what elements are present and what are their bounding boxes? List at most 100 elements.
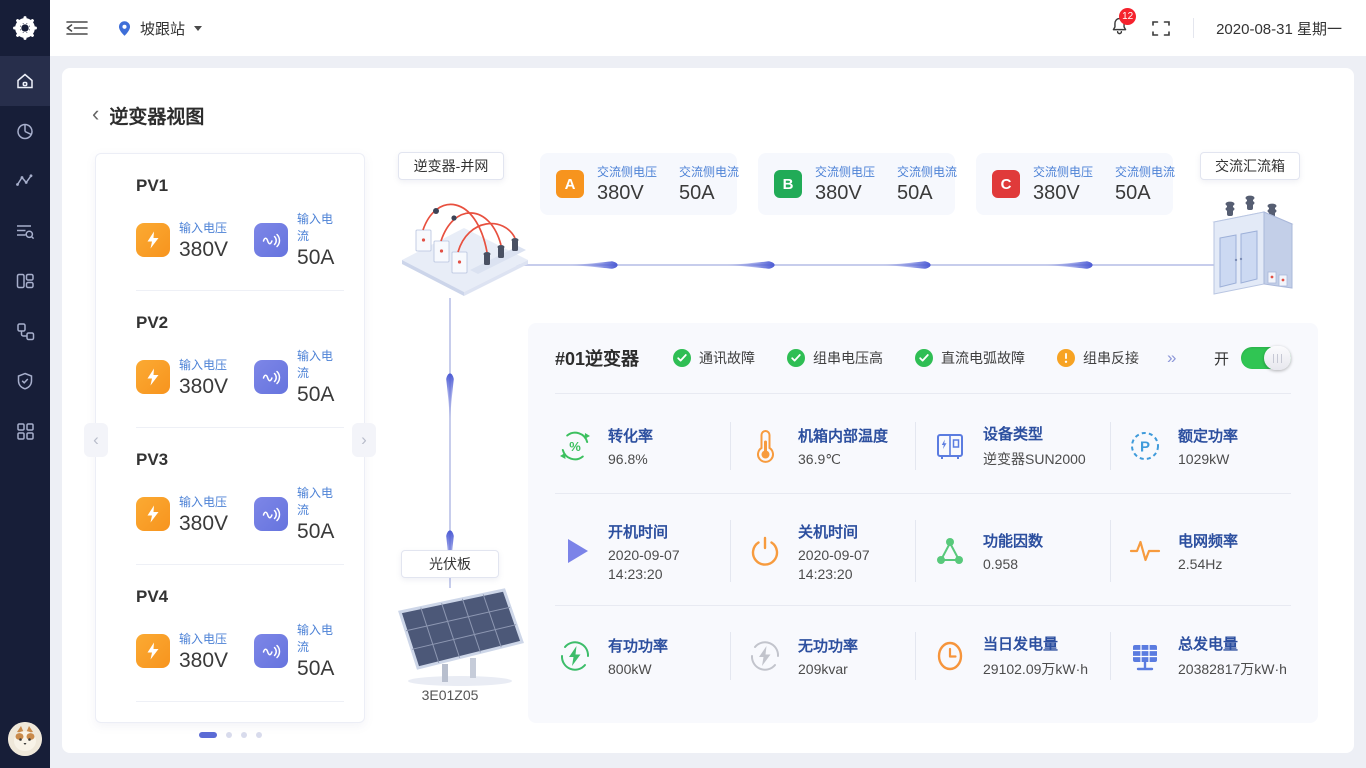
stat-value: 800kW — [608, 661, 668, 677]
sidebar-item-topology[interactable] — [0, 306, 50, 356]
pagination-dot[interactable] — [226, 732, 232, 738]
flow-line-horizontal — [503, 257, 1219, 273]
stat-value: 36.9℃ — [798, 451, 888, 468]
stat-value2: 14:23:20 — [608, 566, 680, 582]
voltage-label: 输入电压 — [179, 356, 228, 373]
pagination-dot[interactable] — [241, 732, 247, 738]
carousel-pagination — [95, 732, 365, 738]
stat-value: 2.54Hz — [1178, 556, 1238, 572]
pv-panel-label: 光伏板 — [401, 550, 499, 578]
stop-time-icon — [745, 531, 785, 571]
menu-fold-button[interactable] — [66, 20, 88, 36]
inverter-detail-panel: #01逆变器 通讯故障 组串电压高 直流电弧故障 组串反接 » 开 — [528, 323, 1318, 723]
pagination-dot[interactable] — [199, 732, 217, 738]
stat-label: 当日发电量 — [983, 633, 1088, 654]
station-selector[interactable]: 坡跟站 — [116, 18, 202, 39]
stat-value: 29102.09万kW·h — [983, 659, 1088, 679]
power-switch-group: 开 — [1214, 347, 1291, 369]
topbar-divider — [1193, 18, 1194, 38]
sidebar-item-devices[interactable] — [0, 256, 50, 306]
current-label: 输入电流 — [297, 484, 344, 518]
pv-name: PV3 — [136, 450, 344, 470]
stat-label: 设备类型 — [983, 423, 1086, 444]
current-value: 50A — [297, 657, 344, 681]
notifications-button[interactable]: 12 — [1110, 16, 1129, 41]
voltage-label: 输入电压 — [179, 493, 228, 510]
more-alarms-button[interactable]: » — [1167, 348, 1176, 368]
sidebar-item-overview[interactable] — [0, 106, 50, 156]
stat-value: 2020-09-07 — [608, 547, 680, 563]
chevron-down-icon — [194, 26, 202, 31]
pv-item[interactable]: PV3 输入电压 380V 输入电流 50A — [136, 427, 344, 564]
divider — [555, 605, 1291, 606]
ac-current-value: 50A — [897, 182, 957, 205]
phase-c-card: C 交流侧电压 380V 交流侧电流 50A — [976, 153, 1173, 215]
stat-value: 20382817万kW·h — [1178, 659, 1287, 679]
stat-value: 2020-09-07 — [798, 547, 870, 563]
alarm-item: 组串反接 — [1057, 348, 1139, 368]
power-factor-icon — [930, 531, 970, 571]
warning-circle-icon — [1057, 349, 1075, 367]
stats-row-3: 有功功率 800kW 无功功率 209kvar 当日发电量 29102.0 — [555, 617, 1291, 695]
ac-voltage-value: 380V — [815, 182, 875, 205]
stat-value: 0.958 — [983, 556, 1043, 572]
alarm-item: 组串电压高 — [787, 348, 883, 368]
fullscreen-button[interactable] — [1151, 20, 1171, 37]
voltage-value: 380V — [179, 512, 228, 536]
pie-chart-icon — [15, 121, 35, 141]
stat-label: 转化率 — [608, 425, 653, 446]
sidebar-nav — [0, 56, 50, 456]
gear-logo-icon — [12, 15, 38, 41]
sidebar-item-apps[interactable] — [0, 406, 50, 456]
pv-item[interactable]: PV5 输入电压 380V 输入电流 50A — [136, 701, 344, 723]
stat-grid-frequency: 电网频率 2.54Hz — [1125, 530, 1291, 572]
alarm-label: 组串电压高 — [813, 348, 883, 368]
ac-voltage-label: 交流侧电压 — [1033, 163, 1093, 180]
power-toggle[interactable] — [1241, 347, 1291, 369]
stats-row-2: 开机时间 2020-09-07 14:23:20 关机时间 2020-09-07… — [555, 505, 1291, 597]
sidebar-item-security[interactable] — [0, 356, 50, 406]
pv-item[interactable]: PV2 输入电压 380V 输入电流 50A — [136, 290, 344, 427]
pv-item[interactable]: PV4 输入电压 380V 输入电流 50A — [136, 564, 344, 701]
shield-check-icon — [15, 371, 35, 391]
alarm-label: 直流电弧故障 — [941, 348, 1025, 368]
phase-a-badge: A — [556, 170, 584, 198]
pagination-dot[interactable] — [256, 732, 262, 738]
divider — [555, 393, 1291, 394]
ac-current-value: 50A — [1115, 182, 1175, 205]
carousel-prev-button[interactable]: ‹ — [84, 423, 108, 457]
divider — [555, 493, 1291, 494]
switch-label: 开 — [1214, 348, 1229, 369]
page-title: 逆变器视图 — [109, 102, 204, 129]
sidebar-item-home[interactable] — [0, 56, 50, 106]
app-logo[interactable] — [0, 0, 50, 56]
page-header: ‹ 逆变器视图 — [92, 102, 204, 129]
back-button[interactable]: ‹ — [92, 103, 99, 128]
sidebar-item-logs[interactable] — [0, 206, 50, 256]
carousel-next-button[interactable]: › — [352, 423, 376, 457]
hierarchy-icon — [15, 321, 35, 341]
phase-b-badge: B — [774, 170, 802, 198]
layout-icon — [15, 271, 35, 291]
stat-label: 有功功率 — [608, 635, 668, 656]
check-circle-icon — [915, 349, 933, 367]
station-name: 坡跟站 — [140, 18, 185, 39]
stats-row-1: % 转化率 96.8% 机箱内部温度 36.9℃ — [555, 407, 1291, 485]
ac-current-label: 交流侧电流 — [1115, 163, 1175, 180]
check-circle-icon — [673, 349, 691, 367]
current-value: 50A — [297, 520, 344, 544]
pv-item[interactable]: PV1 输入电压 380V 输入电流 50A — [136, 154, 344, 290]
current-icon — [254, 497, 288, 531]
sidebar-item-analytics[interactable] — [0, 156, 50, 206]
list-search-icon — [15, 221, 35, 241]
current-icon — [254, 223, 288, 257]
stat-active-power: 有功功率 800kW — [555, 635, 745, 677]
stat-label: 机箱内部温度 — [798, 425, 888, 446]
stat-value: 209kvar — [798, 661, 858, 677]
solar-panel-illustration — [392, 582, 527, 692]
device-type-icon — [930, 426, 970, 466]
stat-internal-temperature: 机箱内部温度 36.9℃ — [745, 425, 930, 468]
voltage-icon — [136, 497, 170, 531]
user-avatar[interactable] — [8, 722, 42, 756]
topbar-right: 12 2020-08-31 星期一 — [1110, 16, 1342, 41]
